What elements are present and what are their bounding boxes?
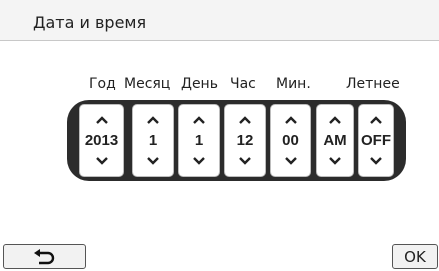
dst-value: OFF [361, 132, 391, 149]
month-down-button[interactable] [133, 152, 173, 170]
minute-down-button[interactable] [271, 152, 310, 170]
ok-button-label: OK [404, 248, 426, 266]
label-month: Месяц [124, 76, 171, 92]
label-hour: Час [230, 76, 256, 92]
chevron-down-icon [239, 157, 251, 165]
return-arrow-icon [34, 249, 55, 265]
ampm-spinner: AM [316, 104, 354, 177]
minute-value: 00 [282, 132, 299, 149]
chevron-up-icon [370, 116, 382, 124]
hour-up-button[interactable] [225, 111, 265, 129]
dst-up-button[interactable] [359, 111, 393, 129]
ampm-up-button[interactable] [317, 111, 353, 129]
chevron-down-icon [95, 157, 108, 165]
label-year: Год [89, 76, 116, 92]
chevron-up-icon [284, 116, 297, 124]
hour-down-button[interactable] [225, 152, 265, 170]
column-labels: Год Месяц День Час Мин. Летнее [0, 76, 439, 100]
label-dst: Летнее [346, 76, 400, 92]
year-up-button[interactable] [80, 111, 123, 129]
chevron-up-icon [147, 116, 159, 124]
month-value: 1 [148, 132, 158, 149]
label-day: День [181, 76, 218, 92]
dst-down-button[interactable] [359, 152, 393, 170]
page-title: Дата и время [33, 13, 147, 32]
dst-spinner: OFF [358, 104, 394, 177]
date-time-screen: Дата и время Год Месяц День Час Мин. Лет… [0, 0, 439, 271]
minute-spinner: 00 [270, 104, 311, 177]
chevron-down-icon [329, 157, 341, 165]
hour-spinner: 12 [224, 104, 266, 177]
ampm-down-button[interactable] [317, 152, 353, 170]
chevron-down-icon [193, 157, 205, 165]
minute-up-button[interactable] [271, 111, 310, 129]
year-spinner: 2013 [79, 104, 124, 177]
chevron-up-icon [329, 116, 341, 124]
ampm-value: AM [323, 132, 347, 149]
day-spinner: 1 [178, 104, 220, 177]
label-minute: Мин. [276, 76, 311, 92]
month-spinner: 1 [132, 104, 174, 177]
chevron-up-icon [193, 116, 205, 124]
day-up-button[interactable] [179, 111, 219, 129]
year-value: 2013 [84, 132, 119, 149]
year-down-button[interactable] [80, 152, 123, 170]
chevron-down-icon [370, 157, 382, 165]
chevron-down-icon [147, 157, 159, 165]
day-down-button[interactable] [179, 152, 219, 170]
date-time-picker: 2013 1 1 12 00 AM OFF [67, 100, 406, 181]
chevron-down-icon [284, 157, 297, 165]
ok-button[interactable]: OK [392, 244, 438, 269]
chevron-up-icon [95, 116, 108, 124]
title-bar: Дата и время [0, 0, 439, 41]
month-up-button[interactable] [133, 111, 173, 129]
day-value: 1 [194, 132, 204, 149]
chevron-up-icon [239, 116, 251, 124]
back-button[interactable] [3, 244, 86, 269]
hour-value: 12 [236, 132, 254, 149]
